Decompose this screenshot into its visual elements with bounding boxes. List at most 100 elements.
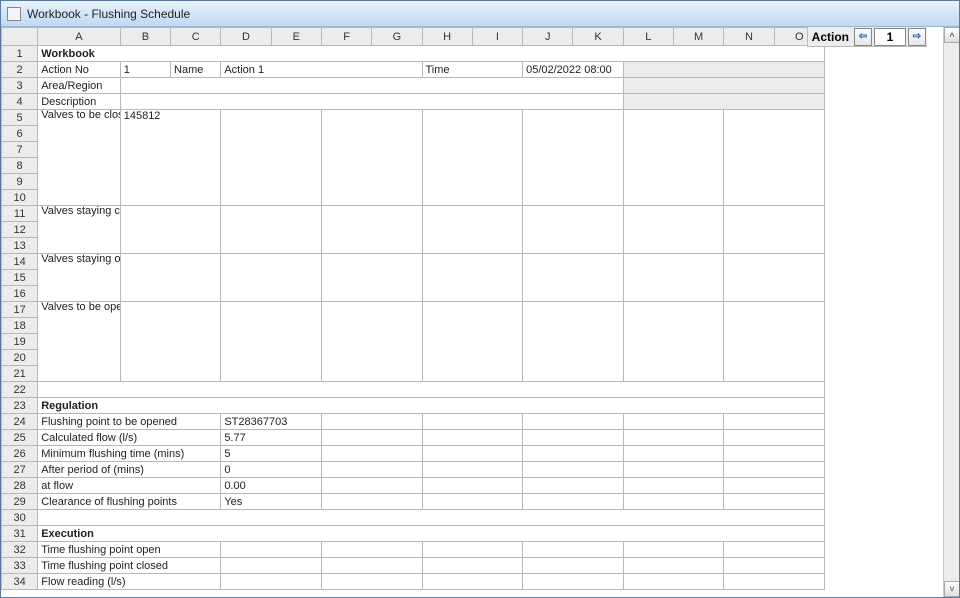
cell[interactable] xyxy=(523,414,624,430)
cell[interactable] xyxy=(724,430,825,446)
cell[interactable] xyxy=(523,302,624,382)
cell[interactable] xyxy=(422,542,523,558)
row-header[interactable]: 6 xyxy=(2,126,38,142)
cell[interactable] xyxy=(321,478,422,494)
scroll-down-button[interactable]: ˅ xyxy=(944,581,959,597)
cell[interactable] xyxy=(221,574,322,590)
row-header[interactable]: 21 xyxy=(2,366,38,382)
cell[interactable]: Minimum flushing time (mins) xyxy=(38,446,221,462)
row-header[interactable]: 25 xyxy=(2,430,38,446)
cell[interactable] xyxy=(724,494,825,510)
row-header[interactable]: 11 xyxy=(2,206,38,222)
cell[interactable] xyxy=(321,254,422,302)
row-header[interactable]: 17 xyxy=(2,302,38,318)
cell[interactable]: at flow xyxy=(38,478,221,494)
cell-regulation-header[interactable]: Regulation xyxy=(38,398,825,414)
cell[interactable]: 0.00 xyxy=(221,478,322,494)
cell[interactable] xyxy=(321,302,422,382)
cell[interactable] xyxy=(724,574,825,590)
cell[interactable] xyxy=(422,254,523,302)
row-header[interactable]: 34 xyxy=(2,574,38,590)
cell[interactable] xyxy=(623,62,824,78)
cell[interactable] xyxy=(623,494,724,510)
row-header[interactable]: 19 xyxy=(2,334,38,350)
cell[interactable]: After period of (mins) xyxy=(38,462,221,478)
cell[interactable] xyxy=(422,302,523,382)
select-all-corner[interactable] xyxy=(2,28,38,46)
cell[interactable] xyxy=(422,558,523,574)
cell[interactable] xyxy=(221,254,322,302)
col-header[interactable]: B xyxy=(120,28,170,46)
cell[interactable] xyxy=(221,302,322,382)
cell[interactable] xyxy=(623,206,724,254)
cell[interactable] xyxy=(321,558,422,574)
col-header[interactable]: M xyxy=(673,28,723,46)
vertical-scrollbar[interactable]: ˄ ˅ xyxy=(943,27,959,597)
cell[interactable] xyxy=(120,78,623,94)
cell[interactable] xyxy=(724,478,825,494)
row-header[interactable]: 4 xyxy=(2,94,38,110)
cell[interactable] xyxy=(724,110,825,206)
cell-workbook-title[interactable]: Workbook xyxy=(38,46,825,62)
sheet-scroll-area[interactable]: Action ⇦ 1 ⇨ A B C xyxy=(1,27,943,597)
cell[interactable]: Name xyxy=(171,62,221,78)
cell[interactable] xyxy=(120,302,221,382)
cell[interactable]: 145812 xyxy=(120,110,221,206)
cell[interactable] xyxy=(724,542,825,558)
cell[interactable]: Action 1 xyxy=(221,62,422,78)
col-header[interactable]: K xyxy=(573,28,623,46)
col-header[interactable]: G xyxy=(372,28,422,46)
row-header[interactable]: 18 xyxy=(2,318,38,334)
cell[interactable] xyxy=(523,206,624,254)
cell[interactable]: 5.77 xyxy=(221,430,322,446)
cell[interactable] xyxy=(623,430,724,446)
cell[interactable] xyxy=(623,574,724,590)
row-header[interactable]: 15 xyxy=(2,270,38,286)
cell[interactable]: Clearance of flushing points xyxy=(38,494,221,510)
cell[interactable] xyxy=(120,206,221,254)
row-header[interactable]: 7 xyxy=(2,142,38,158)
cell[interactable] xyxy=(623,462,724,478)
cell[interactable] xyxy=(321,542,422,558)
cell[interactable]: Time flushing point closed xyxy=(38,558,221,574)
row-header[interactable]: 22 xyxy=(2,382,38,398)
cell-valves-to-open[interactable]: Valves to be opened xyxy=(38,302,121,382)
row-header[interactable]: 16 xyxy=(2,286,38,302)
row-header[interactable]: 29 xyxy=(2,494,38,510)
cell[interactable]: Action No xyxy=(38,62,121,78)
col-header[interactable]: E xyxy=(271,28,321,46)
cell[interactable] xyxy=(523,558,624,574)
cell[interactable] xyxy=(523,254,624,302)
cell[interactable] xyxy=(623,78,824,94)
row-header[interactable]: 8 xyxy=(2,158,38,174)
cell[interactable] xyxy=(422,462,523,478)
row-header[interactable]: 20 xyxy=(2,350,38,366)
col-header[interactable]: A xyxy=(38,28,121,46)
cell[interactable]: 05/02/2022 08:00 xyxy=(523,62,624,78)
row-header[interactable]: 32 xyxy=(2,542,38,558)
row-header[interactable]: 12 xyxy=(2,222,38,238)
cell[interactable] xyxy=(523,430,624,446)
row-header[interactable]: 27 xyxy=(2,462,38,478)
cell[interactable]: 5 xyxy=(221,446,322,462)
row-header[interactable]: 5 xyxy=(2,110,38,126)
cell[interactable] xyxy=(321,462,422,478)
cell[interactable] xyxy=(321,206,422,254)
cell-valves-to-close[interactable]: Valves to be closed xyxy=(38,110,121,206)
cell[interactable] xyxy=(422,206,523,254)
cell[interactable] xyxy=(321,446,422,462)
cell[interactable] xyxy=(120,94,623,110)
cell[interactable] xyxy=(321,430,422,446)
col-header[interactable]: L xyxy=(623,28,673,46)
row-header[interactable]: 2 xyxy=(2,62,38,78)
cell[interactable] xyxy=(623,302,724,382)
cell[interactable] xyxy=(724,558,825,574)
cell[interactable]: Flushing point to be opened xyxy=(38,414,221,430)
cell[interactable]: Description xyxy=(38,94,121,110)
cell[interactable] xyxy=(523,446,624,462)
row-header[interactable]: 31 xyxy=(2,526,38,542)
cell[interactable] xyxy=(422,430,523,446)
cell[interactable] xyxy=(623,446,724,462)
col-header[interactable]: F xyxy=(321,28,371,46)
cell[interactable] xyxy=(221,206,322,254)
